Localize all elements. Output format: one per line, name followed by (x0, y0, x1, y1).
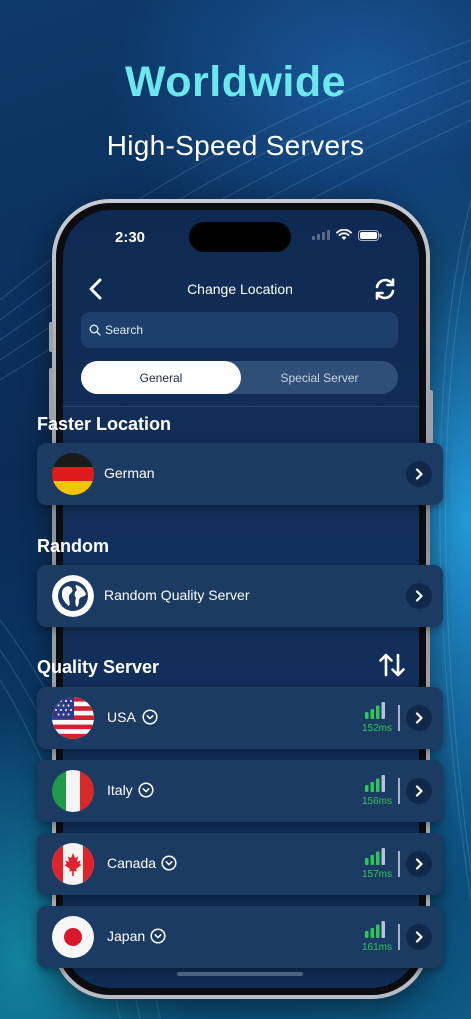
faster-location-arrow-button[interactable] (406, 461, 432, 487)
signal-strength-icon (365, 921, 385, 938)
server-country-label: USA (107, 709, 136, 725)
wifi-icon (336, 229, 352, 240)
tab-special-server[interactable]: Special Server (241, 361, 398, 394)
server-country-label: Italy (107, 782, 133, 798)
status-icons (312, 229, 382, 241)
germany-flag-icon (52, 453, 94, 495)
dynamic-island (189, 222, 291, 252)
chevron-down-circle-icon[interactable] (138, 782, 154, 798)
chevron-right-icon (415, 858, 423, 870)
signal-strength-icon (365, 775, 385, 792)
chevron-right-icon (415, 468, 423, 480)
server-card-canada[interactable]: Canada 157ms (37, 833, 443, 895)
search-icon (89, 324, 101, 336)
search-bar[interactable] (81, 312, 398, 348)
italy-flag-icon (52, 770, 94, 812)
chevron-down-circle-icon[interactable] (161, 855, 177, 871)
section-title-quality-server: Quality Server (37, 657, 160, 677)
server-ping: 161ms (361, 942, 392, 953)
status-time: 2:30 (115, 229, 146, 246)
hero-subtitle: High-Speed Servers (106, 130, 365, 161)
battery-icon (358, 229, 382, 241)
faster-location-card[interactable]: German (37, 443, 443, 505)
server-arrow-button[interactable] (406, 851, 432, 877)
refresh-icon[interactable] (372, 276, 398, 302)
random-server-card[interactable]: Random Quality Server (37, 565, 443, 627)
server-arrow-button[interactable] (406, 924, 432, 950)
sort-icon[interactable] (378, 652, 406, 678)
faster-location-label: German (104, 465, 155, 481)
phone-side-button (49, 368, 53, 420)
random-server-arrow-button[interactable] (406, 583, 432, 609)
signal-strength-icon (365, 848, 385, 865)
chevron-down-circle-icon[interactable] (142, 709, 158, 725)
chevron-right-icon (415, 712, 423, 724)
cellular-icon (312, 230, 330, 240)
server-arrow-button[interactable] (406, 778, 432, 804)
divider (398, 778, 400, 804)
japan-flag-icon (52, 916, 94, 958)
server-card-italy[interactable]: Italy 156ms (37, 760, 443, 822)
signal-strength-icon (365, 702, 385, 719)
server-country-label: Japan (107, 928, 146, 944)
random-server-label: Random Quality Server (104, 587, 250, 603)
divider (63, 406, 419, 407)
home-indicator (177, 972, 303, 976)
tab-general[interactable]: General (81, 361, 241, 394)
server-type-tabs: General Special Server (81, 361, 398, 394)
chevron-right-icon (415, 931, 423, 943)
section-title-faster-location: Faster Location (37, 414, 172, 434)
hero-title: Worldwide (124, 58, 347, 106)
server-ping: 156ms (361, 796, 392, 807)
section-title-random: Random (37, 536, 109, 556)
globe-icon (52, 575, 94, 617)
chevron-down-circle-icon[interactable] (150, 928, 166, 944)
server-card-usa[interactable]: USA 152ms (37, 687, 443, 749)
divider (398, 851, 400, 877)
chevron-right-icon (415, 590, 423, 602)
server-ping: 157ms (361, 869, 392, 880)
phone-side-button (49, 322, 53, 352)
canada-flag-icon (52, 843, 94, 885)
divider (398, 705, 400, 731)
server-country-label: Canada (107, 855, 157, 871)
usa-flag-icon (52, 697, 94, 739)
search-input[interactable] (105, 323, 365, 337)
chevron-left-icon[interactable] (84, 276, 108, 302)
divider (398, 924, 400, 950)
server-card-japan[interactable]: Japan 161ms (37, 906, 443, 968)
server-ping: 152ms (361, 723, 392, 734)
page-title: Change Location (187, 281, 293, 297)
chevron-right-icon (415, 785, 423, 797)
server-arrow-button[interactable] (406, 705, 432, 731)
